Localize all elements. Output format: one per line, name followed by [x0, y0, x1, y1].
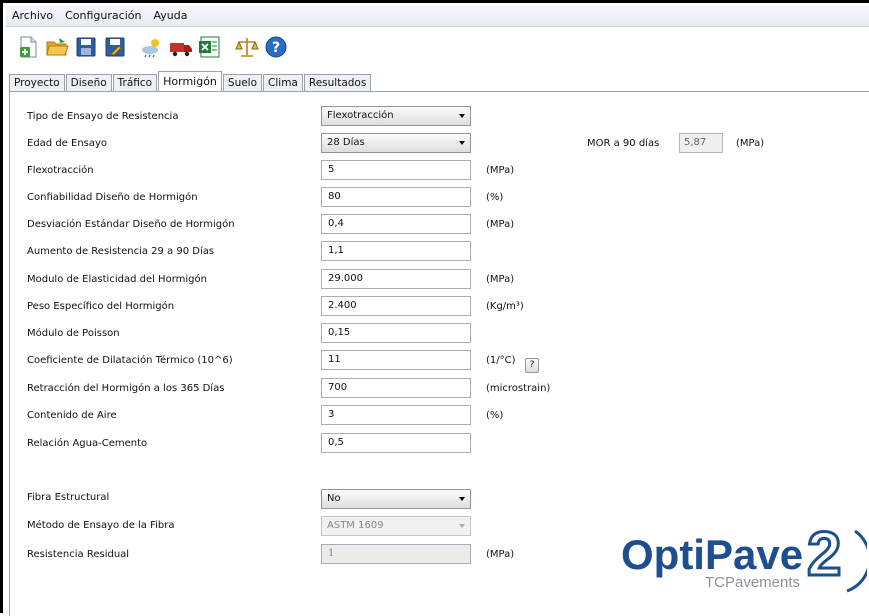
aire-unit: (%) [486, 410, 504, 421]
save-as-icon[interactable] [103, 35, 127, 59]
tab-strip: Proyecto Diseño Tráfico Hormigón Suelo C… [9, 71, 372, 91]
resistencia-residual-unit: (MPa) [486, 549, 515, 560]
help-icon[interactable]: ? [264, 35, 288, 59]
optipave-logo: OptiPave 2 TCPavements [621, 511, 869, 601]
fibra-label: Fibra Estructural [27, 492, 110, 503]
optipave-logo-graphic: OptiPave 2 TCPavements [621, 519, 869, 593]
menu-archivo[interactable]: Archivo [6, 6, 59, 26]
excel-export-icon[interactable] [198, 35, 222, 59]
flexotraccion-label: Flexotracción [27, 165, 94, 176]
peso-especifico-unit: (Kg/m³) [486, 301, 524, 312]
tab-suelo[interactable]: Suelo [222, 74, 263, 91]
truck-icon[interactable] [169, 35, 193, 59]
logo-version: 2 [807, 520, 841, 589]
retraccion-input[interactable]: 700 [321, 378, 471, 398]
weather-icon[interactable] [140, 35, 164, 59]
tab-resultados[interactable]: Resultados [303, 74, 372, 91]
tab-hormigon[interactable]: Hormigón [158, 71, 222, 91]
modulo-elasticidad-unit: (MPa) [486, 274, 515, 285]
app-window: Archivo Configuración Ayuda ? Proyecto D… [0, 0, 869, 616]
tipo-ensayo-select[interactable]: Flexotracción [321, 106, 471, 126]
tab-clima[interactable]: Clima [263, 74, 303, 91]
chevron-down-icon [459, 497, 465, 501]
dilatacion-unit: (1/°C) [486, 355, 516, 366]
poisson-label: Módulo de Poisson [27, 328, 120, 339]
confiabilidad-label: Confiabilidad Diseño de Hormigón [27, 192, 198, 203]
retraccion-label: Retracción del Hormigón a los 365 Días [27, 383, 225, 394]
open-folder-icon[interactable] [45, 35, 69, 59]
toolbar: ? [6, 27, 869, 67]
resistencia-residual-input[interactable]: 1 [321, 544, 471, 564]
chevron-down-icon [459, 141, 465, 145]
aire-input[interactable]: 3 [321, 405, 471, 425]
menu-ayuda[interactable]: Ayuda [147, 6, 193, 26]
logo-name: OptiPave [621, 531, 803, 578]
mor-field: 5,87 [679, 133, 723, 153]
svg-text:?: ? [272, 40, 280, 56]
aumento-input[interactable]: 1,1 [321, 241, 471, 261]
flexotraccion-unit: (MPa) [486, 165, 515, 176]
confiabilidad-input[interactable]: 80 [321, 187, 471, 207]
dilatacion-label: Coeficiente de Dilatación Térmico (10^6) [27, 355, 233, 366]
metodo-fibra-label: Método de Ensayo de la Fibra [27, 520, 175, 531]
tab-trafico[interactable]: Tráfico [112, 74, 158, 91]
dilatacion-input[interactable]: 11 [321, 350, 471, 370]
poisson-input[interactable]: 0,15 [321, 323, 471, 343]
metodo-fibra-value: ASTM 1609 [327, 520, 384, 531]
fibra-value: No [327, 493, 341, 504]
menu-configuracion[interactable]: Configuración [59, 6, 147, 26]
new-file-icon[interactable] [16, 35, 40, 59]
modulo-elasticidad-input[interactable]: 29.000 [321, 269, 471, 289]
confiabilidad-unit: (%) [486, 192, 504, 203]
tab-proyecto[interactable]: Proyecto [9, 74, 65, 91]
resistencia-residual-label: Resistencia Residual [27, 549, 130, 560]
fibra-select[interactable]: No [321, 489, 471, 509]
flexotraccion-input[interactable]: 5 [321, 160, 471, 180]
scale-balance-icon[interactable] [235, 35, 259, 59]
chevron-down-icon [459, 114, 465, 118]
tipo-ensayo-value: Flexotracción [327, 110, 394, 121]
agua-cemento-input[interactable]: 0,5 [321, 433, 471, 453]
aire-label: Contenido de Aire [27, 410, 117, 421]
logo-company: TCPavements [705, 574, 800, 591]
modulo-elasticidad-label: Modulo de Elasticidad del Hormigón [27, 274, 207, 285]
edad-ensayo-label: Edad de Ensayo [27, 138, 108, 149]
desviacion-input[interactable]: 0,4 [321, 214, 471, 234]
edad-ensayo-value: 28 Días [327, 137, 365, 148]
save-icon[interactable] [74, 35, 98, 59]
desviacion-label: Desviación Estándar Diseño de Hormigón [27, 219, 235, 230]
edad-ensayo-select[interactable]: 28 Días [321, 133, 471, 153]
chevron-down-icon [459, 524, 465, 528]
mor-label: MOR a 90 días [587, 138, 660, 149]
dilatacion-help-button[interactable]: ? [525, 358, 539, 373]
mor-unit: (MPa) [736, 138, 765, 149]
metodo-fibra-select[interactable]: ASTM 1609 [321, 516, 471, 536]
tipo-ensayo-label: Tipo de Ensayo de Resistencia [27, 111, 179, 122]
aumento-label: Aumento de Resistencia 29 a 90 Días [27, 246, 215, 257]
retraccion-unit: (microstrain) [486, 383, 551, 394]
peso-especifico-input[interactable]: 2.400 [321, 296, 471, 316]
desviacion-unit: (MPa) [486, 219, 515, 230]
agua-cemento-label: Relación Agua-Cemento [27, 438, 148, 449]
peso-especifico-label: Peso Específico del Hormigón [27, 301, 175, 312]
tab-diseno[interactable]: Diseño [65, 74, 112, 91]
menu-bar: Archivo Configuración Ayuda [6, 6, 869, 27]
